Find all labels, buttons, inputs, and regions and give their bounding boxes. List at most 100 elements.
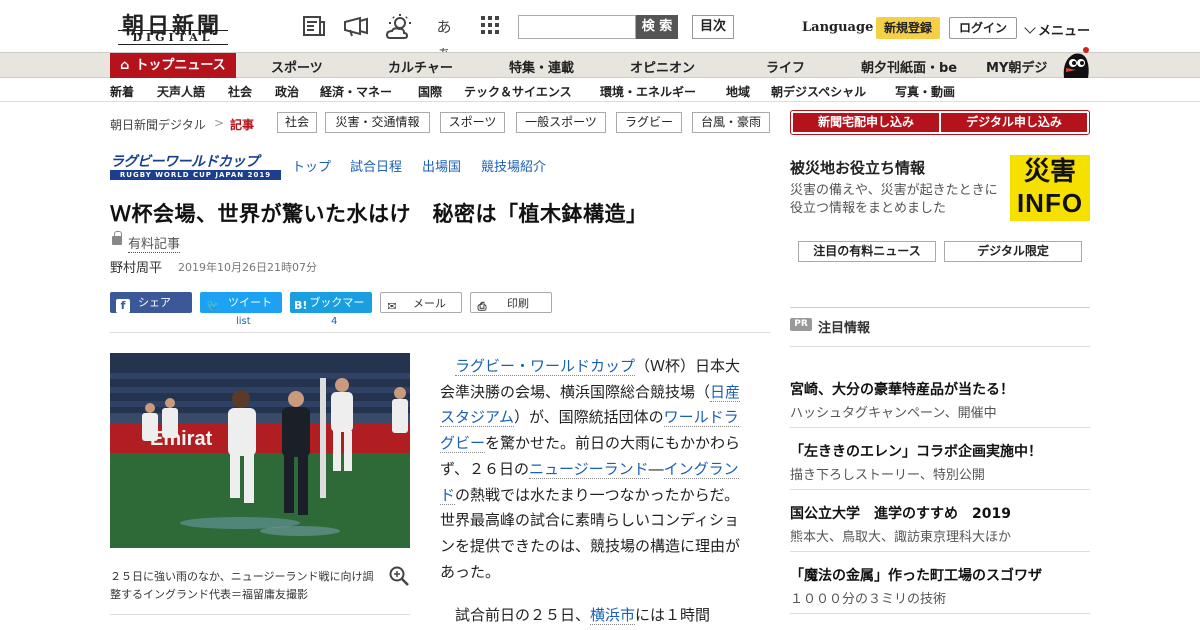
lock-icon: [112, 231, 122, 245]
register-button[interactable]: 新規登録: [876, 17, 940, 39]
disaster-info-title[interactable]: 被災地お役立ち情報: [790, 157, 925, 178]
subnav-society[interactable]: 社会: [228, 83, 252, 100]
text-span: ―: [648, 459, 664, 478]
pr-item-subtitle[interactable]: 描き下ろしストーリー、特別公開: [790, 464, 985, 483]
pr-item-subtitle[interactable]: 熊本大、鳥取大、諏訪東京理科大ほか: [790, 526, 1011, 545]
tag-typhoon[interactable]: 台風・豪雨: [692, 112, 770, 133]
facebook-share-label: シェア: [138, 296, 171, 309]
svg-text:Emirat: Emirat: [150, 428, 213, 450]
subnav-special[interactable]: 朝デジスペシャル: [771, 83, 866, 100]
search-input[interactable]: [518, 15, 636, 39]
photo-caption: ２５日に強い雨のなか、ニュージーランド戦に向け調整するイングランド代表＝福留庸友…: [110, 570, 374, 601]
rwc-link-countries[interactable]: 出場国: [422, 156, 461, 175]
login-button[interactable]: ログイン: [949, 17, 1017, 39]
rwc-logo[interactable]: ラグビーワールドカップ: [110, 151, 259, 171]
article-author[interactable]: 野村周平: [110, 257, 162, 276]
nav-item-my[interactable]: MY朝デジ: [986, 57, 1047, 76]
subscribe-paper-button[interactable]: 新聞宅配申し込み: [793, 113, 939, 132]
weather-icon[interactable]: [385, 14, 414, 40]
rwc-link-schedule[interactable]: 試合日程: [350, 156, 402, 175]
keyword-link[interactable]: ラグビー・ワールドカップ: [455, 357, 636, 376]
article-photo[interactable]: Emirat: [110, 353, 410, 548]
tag-sports[interactable]: スポーツ: [440, 112, 505, 133]
subnav-region[interactable]: 地域: [726, 83, 750, 100]
twitter-share-label: ツイート: [228, 296, 272, 309]
grid-icon[interactable]: [476, 14, 504, 40]
nav-item-sports[interactable]: スポーツ: [271, 57, 323, 76]
tag-general-sports[interactable]: 一般スポーツ: [516, 112, 606, 133]
pr-item-title[interactable]: 「左ききのエレン」コラボ企画実施中！: [790, 441, 1042, 461]
keyword-link[interactable]: ニュージーランド: [528, 459, 649, 479]
article-headline: Ｗ杯会場、世界が驚いた水はけ 秘密は「植木鉢構造」: [110, 202, 648, 226]
pr-item-subtitle[interactable]: １０００分の３ミリの技術: [790, 588, 946, 607]
rwc-link-venues[interactable]: 競技場紹介: [481, 156, 546, 175]
nav-item-opinion[interactable]: オピニオン: [630, 57, 695, 76]
facebook-share-button[interactable]: f シェア: [110, 292, 192, 313]
megaphone-icon[interactable]: [342, 14, 370, 40]
hatena-bookmark-button[interactable]: B! ブックマーク: [290, 292, 372, 330]
divider: [790, 346, 1090, 347]
subnav-photo[interactable]: 写真・動画: [895, 83, 955, 100]
chevron-down-icon: [1024, 22, 1036, 34]
menu-button[interactable]: メニュー: [1024, 20, 1091, 39]
nav-top-news[interactable]: ⌂ トップニュース: [110, 53, 236, 78]
paid-article-label[interactable]: 有料記事: [128, 233, 181, 253]
keyword-link[interactable]: 横浜市: [590, 606, 636, 626]
divider: [110, 614, 410, 615]
language-link[interactable]: Language: [802, 20, 873, 35]
text-span: ）が、国際統括団体の: [513, 408, 664, 427]
text-span: 試合前日の２５日、: [455, 606, 591, 625]
divider: [110, 332, 770, 333]
pr-badge: PR: [790, 318, 812, 331]
divider: [790, 613, 1090, 614]
pr-section-title: 注目情報: [818, 321, 871, 336]
rwc-link-top[interactable]: トップ: [292, 156, 331, 175]
digital-only-button[interactable]: デジタル限定: [944, 241, 1082, 262]
search-button[interactable]: 検 索: [636, 15, 678, 39]
article-date: 2019年10月26日21時07分: [178, 261, 317, 274]
mail-share-button[interactable]: ✉ メール: [380, 292, 462, 313]
subnav-economy[interactable]: 経済・マネー: [320, 83, 392, 100]
paid-news-button[interactable]: 注目の有料ニュース: [798, 241, 936, 262]
subscribe-digital-button[interactable]: デジタル申し込み: [941, 113, 1087, 132]
rwc-logo-sub[interactable]: RUGBY WORLD CUP JAPAN 2019: [110, 170, 281, 180]
disaster-info-desc[interactable]: 災害の備えや、災害が起きたときに役立つ情報をまとめました: [790, 182, 1006, 218]
twitter-count[interactable]: list: [236, 316, 251, 327]
site-logo-sub[interactable]: DIGITAL: [118, 30, 228, 45]
disaster-info-logo[interactable]: 災害 INFO: [1010, 155, 1090, 221]
zoom-icon[interactable]: [389, 566, 409, 586]
subnav-tech[interactable]: テック＆サイエンス: [464, 83, 572, 100]
nav-item-features[interactable]: 特集・連載: [509, 57, 574, 76]
nav-item-paper[interactable]: 朝夕刊紙面・be: [861, 57, 957, 76]
nav-item-life[interactable]: ライフ: [766, 57, 805, 76]
mail-share-label: メール: [413, 297, 446, 310]
subnav-tensei[interactable]: 天声人語: [157, 83, 205, 100]
pr-item-title[interactable]: 国公立大学 進学のすすめ 2019: [790, 503, 1011, 523]
article-paragraph: 試合前日の２５日、横浜市には１時間: [440, 603, 750, 629]
breadcrumb-current: 記事: [230, 118, 255, 132]
divider: [790, 427, 1090, 428]
subnav-latest[interactable]: 新着: [110, 83, 134, 100]
twitter-share-button[interactable]: 🐦 ツイート: [200, 292, 282, 313]
hatena-count[interactable]: 4: [331, 316, 337, 327]
breadcrumb-home[interactable]: 朝日新聞デジタル: [110, 116, 206, 133]
toc-button[interactable]: 目次: [692, 15, 734, 39]
pr-item-subtitle[interactable]: ハッシュタグキャンペーン、開催中: [790, 402, 997, 421]
nav-item-culture[interactable]: カルチャー: [388, 57, 453, 76]
subnav-politics[interactable]: 政治: [275, 83, 299, 100]
subnav-environment[interactable]: 環境・エネルギー: [600, 83, 696, 100]
pr-item-title[interactable]: 「魔法の金属」作った町工場のスゴワザ: [790, 565, 1042, 585]
menu-label: メニュー: [1038, 24, 1091, 39]
newspaper-icon[interactable]: [300, 14, 328, 40]
tag-rugby[interactable]: ラグビー: [616, 112, 682, 133]
mascot-icon[interactable]: [1060, 44, 1090, 78]
tag-society[interactable]: 社会: [277, 112, 317, 133]
tag-disaster[interactable]: 災害・交通情報: [325, 112, 430, 133]
divider: [790, 489, 1090, 490]
print-button[interactable]: ⎙ 印刷: [470, 292, 552, 313]
subnav-international[interactable]: 国際: [418, 83, 442, 100]
article-body: ラグビー・ワールドカップ（Ｗ杯）日本大会準決勝の会場、横浜国際総合競技場（日産ス…: [440, 354, 750, 630]
pr-item-title[interactable]: 宮崎、大分の豪華特産品が当たる！: [790, 379, 1014, 399]
font-size-icon[interactable]: あぁ: [430, 14, 458, 62]
disaster-logo-bottom: INFO: [1016, 188, 1084, 218]
